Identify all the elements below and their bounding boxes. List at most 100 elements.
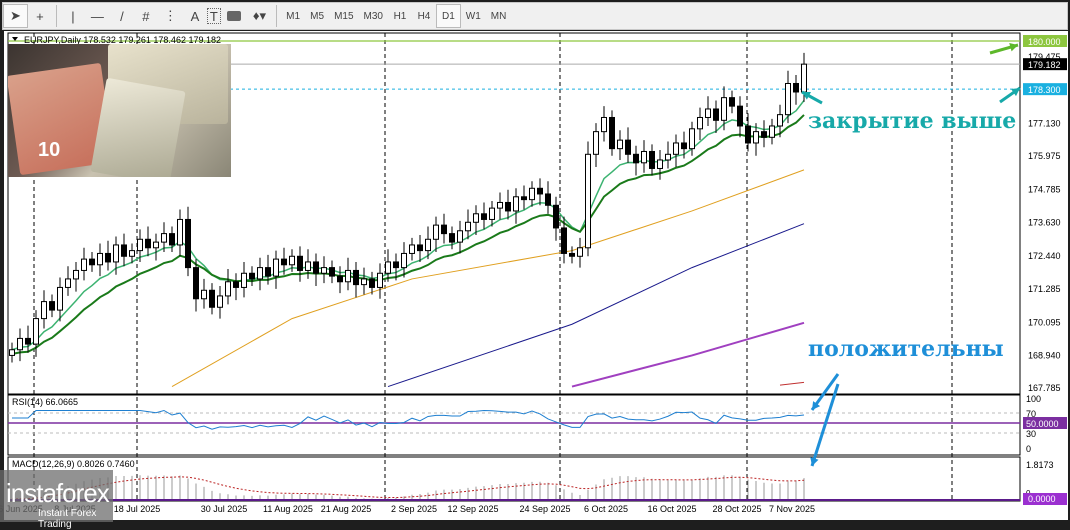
candle-body [569,252,575,257]
candle-body [33,318,39,345]
candle-body [321,267,327,274]
price-axis-label: 175.975 [1028,151,1061,161]
candle-body [537,187,543,195]
candle-body [497,201,503,209]
candle-body [745,125,751,144]
candle-body [489,207,495,220]
candle-body [9,349,15,356]
candle-body [697,116,703,130]
candle-body [337,275,343,283]
price-axis-label: 168.940 [1028,350,1061,360]
candle-body [217,295,223,308]
candle-body [17,337,23,351]
candle-body [345,269,351,283]
price-axis-label: 177.130 [1028,118,1061,128]
candle-body [201,289,207,300]
ma50-line [171,169,805,388]
candle-body [481,213,487,220]
macd-zero-tag: 0.0000 [1028,494,1056,504]
candle-body [305,261,311,271]
candle-body [257,267,263,280]
candle-body [289,255,295,266]
candle-body [401,252,407,269]
candle-body [369,278,375,288]
candle-body [417,244,423,252]
date-axis-label: 28 Oct 2025 [712,504,761,514]
candle-body [609,116,615,150]
date-axis-label: 12 Sep 2025 [447,504,498,514]
candle-body [761,131,767,138]
candle-body [433,224,439,240]
macd-panel [7,456,1021,502]
candle-body [521,196,527,201]
candle-body [673,142,679,155]
candle-body [241,272,247,288]
candle-body [473,213,479,223]
candle-body [649,150,655,169]
candle-body [265,267,271,277]
candle-body [297,255,303,271]
arrow-macd-icon [810,383,840,467]
ma200-line [571,321,805,388]
ma100-line [387,223,805,388]
date-axis-label: 30 Jul 2025 [201,504,248,514]
rsi-axis-label: 100 [1026,394,1041,404]
macd-label: MACD(12,26,9) 0.8026 0.7460 [12,459,135,469]
candle-body [641,150,647,164]
candle-body [273,258,279,277]
macd-axis-label: 1.8173 [1026,460,1054,470]
price-tag-180: 180.000 [1028,37,1061,47]
candle-body [393,261,399,269]
annotation-positive: положительны [808,336,1004,362]
candle-body [601,116,607,133]
candle-body [769,125,775,138]
candle-body [409,244,415,254]
candle-body [145,238,151,249]
candle-body [793,82,799,93]
candle-body [425,238,431,252]
candle-body [81,258,87,271]
price-tag-current: 179.182 [1028,60,1061,70]
candle-body [249,272,255,280]
candle-body [193,267,199,300]
candle-body [89,258,95,266]
candle-body [313,261,319,274]
candle-body [73,269,79,280]
candle-body [57,286,63,311]
banknotes-photo: 10 [8,44,231,177]
rsi-panel [7,394,1021,456]
candle-body [585,153,591,249]
candle-body [665,153,671,161]
candle-body [129,250,135,257]
candle-body [329,267,335,277]
candle-body [169,233,175,246]
candle-body [553,204,559,229]
date-axis-label: 2 Sep 2025 [391,504,437,514]
candle-body [545,193,551,206]
candle-body [689,128,695,150]
candle-body [785,82,791,116]
candle-body [209,289,215,308]
candle-body [153,241,159,249]
watermark-brand: instaforex [6,478,110,508]
candle-body [281,258,287,266]
candle-body [113,244,119,263]
candle-body [361,278,367,286]
annotation-close-above: закрытие выше [808,108,1017,134]
candle-body [385,261,391,274]
candle-body [625,139,631,155]
candle-body [801,63,807,93]
candle-body [577,247,583,257]
rsi-axis-label: 50.0000 [1026,419,1059,429]
date-axis-label: 21 Aug 2025 [321,504,372,514]
candle-body [657,159,663,169]
candle-body [737,105,743,127]
watermark-tagline: Instant Forex Trading [38,508,97,530]
ma-red-line [779,381,805,386]
candle-body [729,97,735,107]
candle-body [465,221,471,232]
candle-body [177,218,183,246]
candle-body [561,227,567,254]
date-axis-label: 6 Oct 2025 [584,504,628,514]
candle-body [377,272,383,288]
